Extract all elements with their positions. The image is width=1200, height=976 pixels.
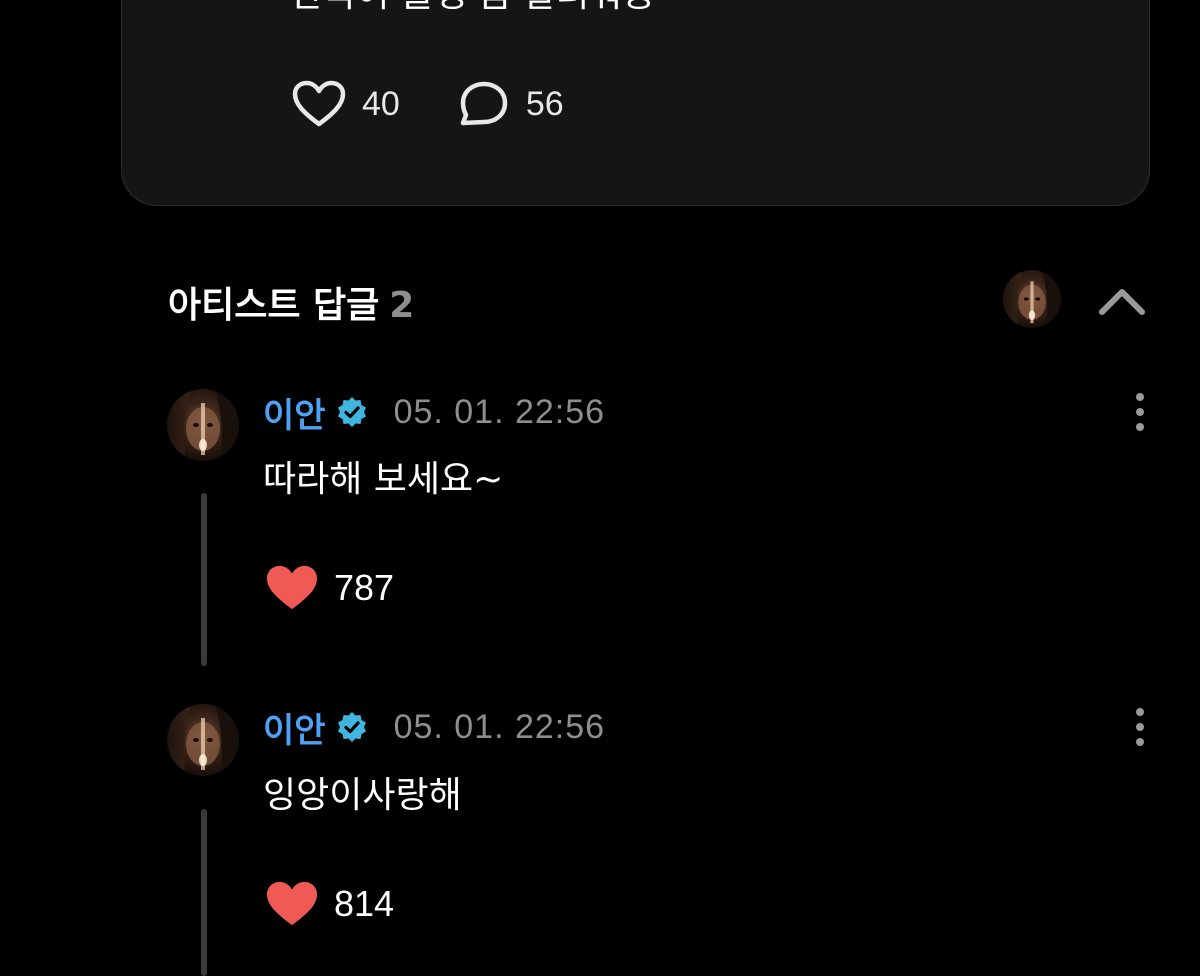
reply-avatar[interactable]: [167, 704, 239, 776]
reply-author-name[interactable]: 이안: [263, 388, 326, 437]
reply-meta: 이안 05. 01. 22:56: [263, 388, 606, 437]
post-card: 한국어 슬랭 좀 알려줘용 40 56: [121, 0, 1150, 206]
reply-avatar[interactable]: [167, 389, 239, 461]
reply-like-count: 814: [334, 883, 395, 924]
thread-line: [201, 809, 207, 976]
reply-text: 따라해 보세요~: [263, 459, 504, 500]
post-comment-count: 56: [525, 84, 564, 123]
reply-more-button[interactable]: [1124, 390, 1156, 434]
post-actions: 40 56: [292, 79, 622, 129]
reply-like-button[interactable]: 787: [266, 563, 394, 613]
reply-like-button[interactable]: 814: [266, 879, 394, 929]
artist-replies-label: 아티스트 답글: [168, 285, 380, 326]
thread-line: [201, 493, 207, 666]
reply-more-button[interactable]: [1124, 705, 1156, 749]
artist-replies-header: 아티스트 답글 2: [168, 270, 1150, 330]
verified-badge-icon: [337, 397, 366, 427]
artist-avatar[interactable]: [1003, 270, 1061, 328]
post-like-button[interactable]: 40: [292, 80, 400, 128]
reply-text: 잉앙이사랑해: [263, 775, 462, 816]
artist-replies-count: 2: [389, 285, 415, 326]
post-like-count: 40: [362, 84, 400, 123]
reply-timestamp: 05. 01. 22:56: [393, 707, 606, 746]
reply-like-count: 787: [334, 567, 395, 608]
reply-meta: 이안 05. 01. 22:56: [263, 703, 606, 752]
reply-author-name[interactable]: 이안: [263, 703, 326, 752]
heart-filled-icon: [266, 565, 318, 610]
artist-replies-title: 아티스트 답글 2: [168, 276, 414, 328]
more-vertical-icon: [1136, 393, 1144, 431]
verified-badge-icon: [337, 712, 366, 742]
collapse-button[interactable]: [1096, 276, 1148, 324]
post-comment-button[interactable]: 56: [458, 80, 564, 128]
chevron-up-icon: [1099, 289, 1145, 315]
speech-bubble-icon: [460, 81, 508, 126]
reply-timestamp: 05. 01. 22:56: [393, 392, 606, 431]
heart-filled-icon: [266, 881, 318, 926]
post-text: 한국어 슬랭 좀 알려줘용: [290, 0, 656, 17]
heart-outline-icon: [292, 80, 346, 127]
more-vertical-icon: [1136, 708, 1144, 746]
